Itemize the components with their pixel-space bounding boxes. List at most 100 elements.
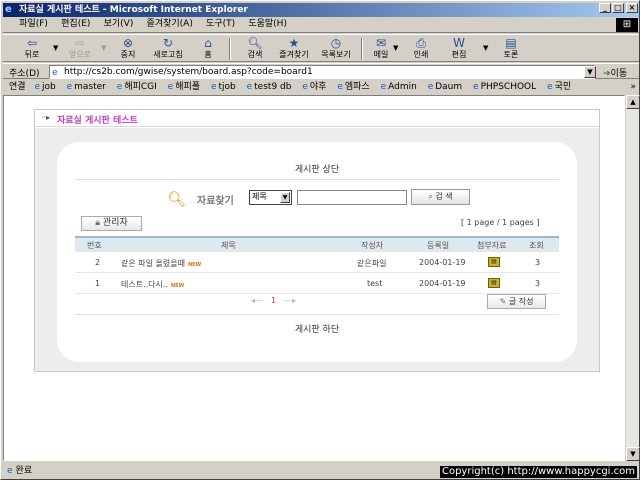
menu-file[interactable]: 파일(F) bbox=[14, 17, 53, 32]
new-badge: NEW bbox=[170, 283, 185, 289]
forward-dropdown-icon[interactable]: ▼ bbox=[101, 44, 106, 52]
discuss-button[interactable]: ▤ 토론 bbox=[499, 36, 523, 62]
address-dropdown-icon[interactable]: ▼ bbox=[584, 66, 596, 78]
refresh-icon: ↻ bbox=[162, 36, 174, 50]
ie-link-icon: e bbox=[210, 82, 217, 92]
address-label: 주소(D) bbox=[9, 69, 40, 79]
link-yahoo[interactable]: e 야후 bbox=[302, 80, 326, 94]
mail-icon: ✉ bbox=[375, 36, 387, 50]
prev-page-icon[interactable]: ◂— bbox=[251, 296, 263, 305]
home-button[interactable]: ⌂ 홈 bbox=[197, 36, 219, 62]
column-attach: 첨부자료 bbox=[477, 241, 507, 250]
attachment-icon[interactable]: ▤ bbox=[488, 278, 500, 288]
row-date: 2004-01-19 bbox=[419, 279, 466, 288]
menu-bar: 파일(F) 편집(E) 보기(V) 즐겨찾기(A) 도구(T) 도움말(H) ⊞ bbox=[3, 17, 639, 33]
ie-link-icon: e bbox=[380, 82, 387, 92]
back-button[interactable]: ⇦ 뒤로 bbox=[17, 36, 47, 62]
stop-button[interactable]: ⊗ 중지 bbox=[115, 36, 141, 62]
link-kookmin[interactable]: e 국민 bbox=[547, 80, 571, 94]
menu-edit[interactable]: 편집(E) bbox=[56, 17, 95, 32]
pager: ◂— 1 —▸ bbox=[251, 296, 296, 305]
search-globe-icon: 🔍︎ bbox=[247, 36, 263, 50]
row-author: 같은파일 bbox=[357, 259, 387, 268]
table-row: 2 같은 파일 올렸을때 NEW 같은파일 2004-01-19 ▤ 3 bbox=[75, 253, 559, 273]
favorites-icon: ★ bbox=[288, 36, 300, 50]
link-test9db[interactable]: e test9 db bbox=[247, 80, 292, 94]
admin-button[interactable]: 🔒︎ 관리자 bbox=[81, 216, 142, 231]
links-label: 연결 bbox=[9, 82, 26, 92]
next-page-icon[interactable]: —▸ bbox=[284, 296, 296, 305]
divider bbox=[75, 179, 559, 180]
pencil-icon: ✎ bbox=[499, 297, 507, 306]
links-bar: 연결 e job e master e 해피CGI e 해피폴 e tjob e test9… bbox=[3, 80, 639, 94]
toolbar: ⇦ 뒤로 ▼ ⇨ 앞으로 ▼ ⊗ 중지 ↻ 새로고침 ⌂ 홈 🔍︎ 검색 ★ 즐겨찾기 ◷ 목록… bbox=[3, 34, 639, 62]
status-text: e 완료 bbox=[7, 466, 33, 476]
link-phpschool[interactable]: e PHPSCHOOL bbox=[473, 80, 536, 94]
link-happycgi[interactable]: e 해피CGI bbox=[117, 80, 157, 94]
row-subject-link[interactable]: 같은 파일 올렸을때 NEW bbox=[121, 258, 201, 269]
link-daum[interactable]: e Daum bbox=[428, 80, 462, 94]
menu-view[interactable]: 보기(V) bbox=[99, 17, 139, 32]
write-button[interactable]: ✎ 글 작성 bbox=[487, 294, 546, 309]
board-bottom-caption: 게시판 하단 bbox=[294, 325, 340, 335]
mail-dropdown-icon[interactable]: ▼ bbox=[393, 44, 398, 52]
edit-dropdown-icon[interactable]: ▼ bbox=[483, 44, 488, 52]
go-button[interactable]: ➜이동 bbox=[603, 66, 627, 79]
search-field-select[interactable]: 제목 ▼ bbox=[249, 190, 292, 205]
vertical-scrollbar[interactable]: ▲ ▼ bbox=[625, 95, 640, 461]
board-panel: 게시판 상단 🔍︎ 자료찾기 제목 ▼ ⌕ 검 색 🔒︎ 관리자 [1 pag… bbox=[57, 142, 577, 362]
ie-link-icon: e bbox=[337, 82, 343, 92]
search-input[interactable] bbox=[297, 190, 407, 205]
link-admin[interactable]: e Admin bbox=[381, 80, 417, 94]
history-icon: ◷ bbox=[330, 36, 342, 50]
search-icon: ⌕ bbox=[428, 192, 433, 201]
forward-button[interactable]: ⇨ 앞으로 bbox=[65, 36, 95, 62]
ie-link-icon: e bbox=[246, 82, 253, 92]
link-job[interactable]: e job bbox=[34, 80, 55, 94]
ie-status-icon: e bbox=[7, 466, 13, 476]
link-tjob[interactable]: e tjob bbox=[211, 80, 236, 94]
print-button[interactable]: ⎙ 인쇄 bbox=[409, 36, 433, 62]
chevron-down-icon: ▼ bbox=[280, 192, 290, 203]
link-empas[interactable]: e 엠파스 bbox=[337, 80, 369, 94]
arrow-bullet-icon: ··▸ bbox=[41, 113, 51, 122]
link-happypoll[interactable]: e 해피폴 bbox=[168, 80, 200, 94]
ie-icon: e bbox=[5, 4, 12, 15]
ie-link-icon: e bbox=[547, 82, 553, 92]
pager-current[interactable]: 1 bbox=[271, 296, 276, 305]
close-button[interactable]: × bbox=[626, 3, 638, 13]
mail-button[interactable]: ✉ 메일 bbox=[369, 36, 393, 62]
links-more-icon[interactable]: » bbox=[630, 80, 636, 94]
maximize-button[interactable]: □ bbox=[612, 3, 624, 13]
title-bar: e 자료실 게시판 테스트 - Microsoft Internet Explo… bbox=[3, 3, 639, 17]
address-url: http://cs2b.com/gwise/system/board.asp?c… bbox=[64, 67, 313, 77]
row-subject-link[interactable]: 테스트..다시.. NEW bbox=[121, 279, 184, 290]
page-viewport: ··▸ 자료실 게시판 테스트 게시판 상단 🔍︎ 자료찾기 제목 ▼ ⌕ 검 … bbox=[3, 95, 625, 461]
scroll-up-icon[interactable]: ▲ bbox=[626, 95, 640, 109]
edit-button[interactable]: W 편집 bbox=[447, 36, 471, 62]
back-dropdown-icon[interactable]: ▼ bbox=[53, 44, 58, 52]
board-background: 게시판 상단 🔍︎ 자료찾기 제목 ▼ ⌕ 검 색 🔒︎ 관리자 [1 pag… bbox=[35, 128, 599, 371]
page-info: [ 1 page / 1 pages ] bbox=[461, 218, 540, 227]
scroll-down-icon[interactable]: ▼ bbox=[626, 447, 640, 461]
search-button[interactable]: ⌕ 검 색 bbox=[411, 189, 470, 205]
toolbar-separator bbox=[229, 38, 231, 60]
stop-icon: ⊗ bbox=[122, 36, 134, 50]
page-icon: e bbox=[52, 68, 58, 78]
favorites-button[interactable]: ★ 즐겨찾기 bbox=[275, 36, 313, 62]
column-date: 등록일 bbox=[427, 241, 450, 250]
menu-help[interactable]: 도움말(H) bbox=[243, 17, 292, 32]
column-subject: 제목 bbox=[221, 241, 236, 250]
ie-link-icon: e bbox=[116, 82, 123, 92]
refresh-button[interactable]: ↻ 새로고침 bbox=[149, 36, 187, 62]
minimize-button[interactable]: _ bbox=[599, 3, 611, 13]
address-input[interactable]: e http://cs2b.com/gwise/system/board.asp… bbox=[49, 65, 595, 79]
attachment-icon[interactable]: ▤ bbox=[488, 257, 500, 267]
menu-favorites[interactable]: 즐겨찾기(A) bbox=[142, 17, 198, 32]
window-title: 자료실 게시판 테스트 - Microsoft Internet Explore… bbox=[19, 5, 248, 15]
windows-logo-icon: ⊞ bbox=[616, 18, 638, 32]
link-master[interactable]: e master bbox=[67, 80, 106, 94]
menu-tools[interactable]: 도구(T) bbox=[201, 17, 240, 32]
search-toolbar-button[interactable]: 🔍︎ 검색 bbox=[243, 36, 267, 62]
history-button[interactable]: ◷ 목록보기 bbox=[317, 36, 355, 62]
